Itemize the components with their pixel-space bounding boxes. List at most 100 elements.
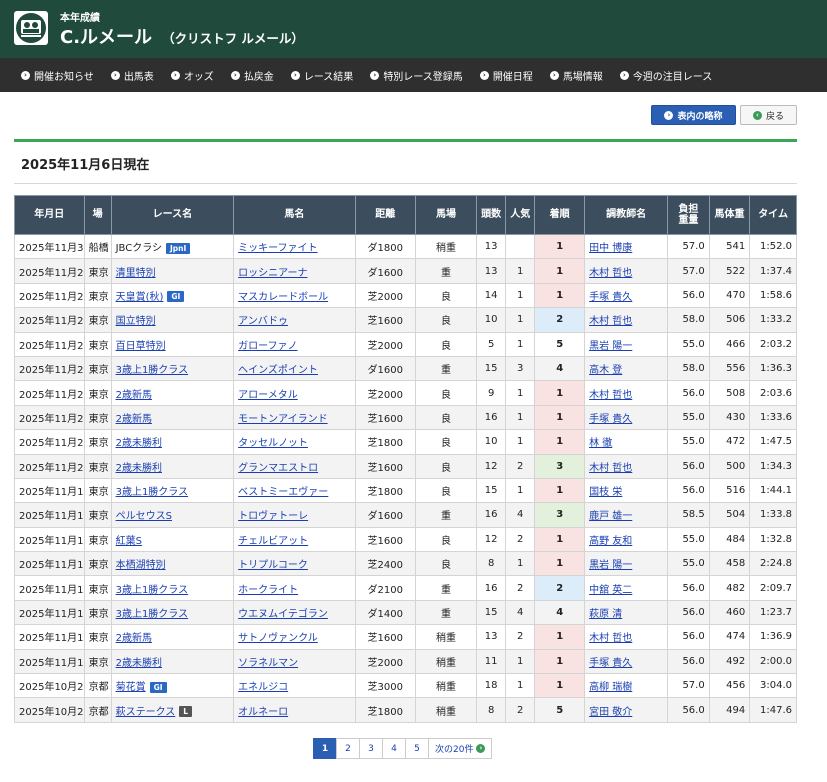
race-link[interactable]: 3歳上1勝クラス (116, 487, 189, 498)
trainer-link[interactable]: 高木 登 (589, 365, 622, 376)
race-link[interactable]: 2歳未勝利 (116, 463, 162, 474)
page-5-button[interactable]: 5 (405, 738, 429, 759)
cell-field-size: 13 (476, 624, 507, 650)
cell-date: 2025年11月2日 (14, 258, 85, 284)
race-link[interactable]: ペルセウスS (116, 511, 172, 522)
race-link[interactable]: 3歳上1勝クラス (116, 609, 189, 620)
nav-item-7[interactable]: › 馬場情報 (549, 68, 603, 83)
trainer-link[interactable]: 木村 哲也 (589, 268, 632, 279)
table-row: 2025年11月2日東京2歳新馬モートンアイランド芝1600良1611手塚 貴久… (14, 404, 797, 431)
cell-field-size: 13 (476, 258, 507, 284)
trainer-link[interactable]: 高野 友和 (589, 536, 632, 547)
trainer-link[interactable]: 木村 哲也 (589, 463, 632, 474)
page-1-button[interactable]: 1 (313, 738, 337, 759)
horse-link[interactable]: サトノヴァンクル (238, 633, 318, 644)
race-link[interactable]: 2歳新馬 (116, 633, 152, 644)
nav-item-3[interactable]: › 払戻金 (230, 68, 274, 83)
cell-track: 良 (414, 380, 478, 406)
cell-body-weight: 516 (708, 477, 751, 504)
nav-item-1[interactable]: › 出馬表 (110, 68, 154, 83)
horse-link[interactable]: オルネーロ (238, 707, 288, 718)
horse-link[interactable]: ホークライト (238, 585, 298, 596)
race-link[interactable]: 天皇賞(秋) (116, 292, 164, 303)
cell-body-weight: 494 (708, 697, 751, 723)
race-link[interactable]: 3歳上1勝クラス (116, 365, 189, 376)
race-link[interactable]: 清里特別 (116, 268, 156, 279)
trainer-link[interactable]: 手塚 貴久 (589, 658, 632, 669)
cell-time: 2:03.2 (749, 331, 797, 357)
trainer-link[interactable]: 中舘 英二 (589, 585, 632, 596)
race-link[interactable]: 2歳未勝利 (116, 438, 162, 449)
horse-link[interactable]: トロヴァトーレ (238, 511, 308, 522)
trainer-link[interactable]: 林 徹 (589, 438, 612, 449)
horse-link[interactable]: モートンアイランド (238, 414, 328, 425)
page-2-button[interactable]: 2 (336, 738, 360, 759)
horse-link[interactable]: アローメタル (238, 390, 298, 401)
page-4-button[interactable]: 4 (382, 738, 406, 759)
nav-item-0[interactable]: › 開催お知らせ (21, 68, 94, 83)
cell-field-size: 8 (476, 551, 507, 577)
cell-horse: ウエヌムイテゴラン (233, 599, 356, 626)
race-link[interactable]: 萩ステークス (116, 707, 176, 718)
trainer-link[interactable]: 黒岩 陽一 (589, 341, 632, 352)
horse-link[interactable]: ベストミーエヴァー (238, 487, 328, 498)
cell-horse: ソラネルマン (233, 648, 356, 675)
page-3-button[interactable]: 3 (359, 738, 383, 759)
cell-date: 2025年11月2日 (14, 429, 85, 455)
abbreviations-button[interactable]: › 表内の略称 (651, 105, 736, 125)
horse-link[interactable]: マスカレードボール (238, 292, 328, 303)
nav-item-8[interactable]: › 今週の注目レース (619, 68, 712, 83)
horse-link[interactable]: グランマエストロ (238, 463, 318, 474)
horse-link[interactable]: タッセルノット (238, 438, 308, 449)
race-link[interactable]: 菊花賞 (116, 682, 146, 693)
horse-link[interactable]: ロッシニアーナ (238, 268, 307, 279)
race-link[interactable]: 国立特別 (116, 316, 156, 327)
horse-link[interactable]: チェルビアット (238, 536, 308, 547)
nav-item-5[interactable]: › 特別レース登録馬 (370, 68, 463, 83)
race-link[interactable]: 2歳新馬 (116, 414, 152, 425)
trainer-link[interactable]: 木村 哲也 (589, 633, 632, 644)
trainer-link[interactable]: 木村 哲也 (589, 390, 632, 401)
horse-link[interactable]: ウエヌムイテゴラン (238, 609, 328, 620)
table-row: 2025年11月1日東京3歳上1勝クラスホークライトダ2100重1622中舘 英… (14, 575, 797, 601)
race-link[interactable]: 百日草特別 (116, 341, 166, 352)
cell-finish: 1 (534, 648, 586, 675)
nav-item-6[interactable]: › 開催日程 (479, 68, 533, 83)
cell-trainer: 手塚 貴久 (584, 648, 669, 675)
nav-item-2[interactable]: › オッズ (170, 68, 214, 83)
horse-link[interactable]: ヘインズポイント (238, 365, 318, 376)
next-page-button[interactable]: 次の20件 › (428, 738, 493, 759)
back-button[interactable]: ‹ 戻る (740, 105, 797, 125)
race-link[interactable]: 3歳上1勝クラス (116, 585, 189, 596)
horse-link[interactable]: ガローファノ (238, 341, 297, 352)
cell-time: 1:34.3 (749, 453, 797, 479)
cell-track: 良 (414, 404, 478, 431)
horse-link[interactable]: ソラネルマン (238, 658, 298, 669)
trainer-link[interactable]: 高柳 瑞樹 (589, 682, 632, 693)
horse-link[interactable]: ミッキーファイト (238, 243, 317, 254)
trainer-link[interactable]: 萩原 清 (589, 609, 622, 620)
horse-link[interactable]: アンバドゥ (238, 316, 288, 327)
horse-link[interactable]: トリプルコーク (238, 560, 308, 571)
trainer-link[interactable]: 国枝 栄 (589, 487, 622, 498)
nav-item-4[interactable]: › レース結果 (290, 68, 353, 83)
trainer-link[interactable]: 黒岩 陽一 (589, 560, 632, 571)
race-link[interactable]: 本栖湖特別 (116, 560, 166, 571)
trainer-link[interactable]: 手塚 貴久 (589, 292, 632, 303)
race-link[interactable]: 紅葉S (116, 536, 142, 547)
horse-link[interactable]: エネルジコ (238, 682, 288, 693)
trainer-link[interactable]: 宮田 敬介 (589, 707, 632, 718)
trainer-link[interactable]: 木村 哲也 (589, 316, 632, 327)
race-link[interactable]: 2歳未勝利 (116, 658, 162, 669)
cell-time: 1:47.5 (749, 429, 797, 455)
table-row: 2025年11月2日東京百日草特別ガローファノ芝2000良515黒岩 陽一55.… (14, 331, 797, 357)
cell-time: 1:36.9 (749, 624, 797, 650)
cell-weight: 56.0 (667, 624, 710, 650)
cell-weight: 56.0 (667, 453, 710, 479)
race-link[interactable]: 2歳新馬 (116, 390, 152, 401)
trainer-link[interactable]: 手塚 貴久 (589, 414, 632, 425)
cell-trainer: 手塚 貴久 (584, 404, 669, 431)
trainer-link[interactable]: 田中 博康 (589, 243, 632, 254)
column-header: タイム (749, 195, 797, 235)
trainer-link[interactable]: 鹿戸 雄一 (589, 511, 632, 522)
